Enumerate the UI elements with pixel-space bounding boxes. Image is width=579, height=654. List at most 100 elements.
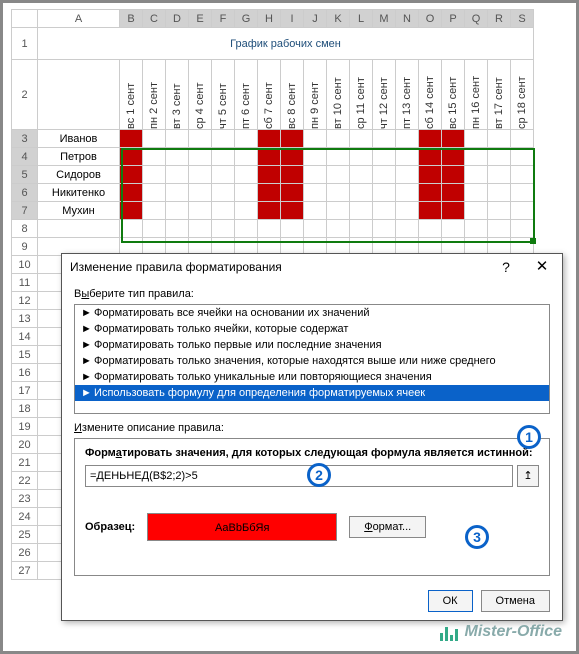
row-header[interactable]: 23 [12, 490, 38, 508]
shift-cell[interactable] [143, 184, 166, 202]
shift-cell[interactable] [511, 130, 534, 148]
name-cell[interactable]: Петров [38, 148, 120, 166]
name-cell[interactable]: Никитенко [38, 184, 120, 202]
shift-cell[interactable] [120, 202, 143, 220]
shift-cell[interactable] [373, 184, 396, 202]
row-header[interactable]: 24 [12, 508, 38, 526]
shift-cell[interactable] [350, 202, 373, 220]
row-header[interactable]: 27 [12, 562, 38, 580]
shift-cell[interactable] [442, 148, 465, 166]
shift-cell[interactable] [350, 184, 373, 202]
cell[interactable] [511, 220, 534, 238]
cell[interactable] [189, 220, 212, 238]
shift-cell[interactable] [396, 184, 419, 202]
shift-cell[interactable] [327, 130, 350, 148]
col-header[interactable]: P [442, 10, 465, 28]
shift-cell[interactable] [488, 166, 511, 184]
shift-cell[interactable] [396, 130, 419, 148]
shift-cell[interactable] [143, 148, 166, 166]
shift-cell[interactable] [235, 166, 258, 184]
row-header[interactable]: 17 [12, 382, 38, 400]
shift-cell[interactable] [442, 202, 465, 220]
date-header-cell[interactable]: вт 10 сент [327, 60, 350, 130]
date-header-cell[interactable]: вс 15 сент [442, 60, 465, 130]
shift-cell[interactable] [258, 148, 281, 166]
cell[interactable] [304, 220, 327, 238]
col-header[interactable]: I [281, 10, 304, 28]
cell[interactable] [235, 220, 258, 238]
shift-cell[interactable] [258, 184, 281, 202]
date-header-cell[interactable]: ср 4 сент [189, 60, 212, 130]
shift-cell[interactable] [120, 130, 143, 148]
shift-cell[interactable] [212, 202, 235, 220]
row-header[interactable]: 21 [12, 454, 38, 472]
shift-cell[interactable] [120, 184, 143, 202]
shift-cell[interactable] [120, 166, 143, 184]
row-header[interactable]: 13 [12, 310, 38, 328]
row-header[interactable]: 15 [12, 346, 38, 364]
cell[interactable] [350, 220, 373, 238]
col-header[interactable]: A [38, 10, 120, 28]
shift-cell[interactable] [189, 184, 212, 202]
date-header-cell[interactable]: пн 9 сент [304, 60, 327, 130]
shift-cell[interactable] [465, 166, 488, 184]
shift-cell[interactable] [373, 166, 396, 184]
cell[interactable] [281, 220, 304, 238]
col-header[interactable]: Q [465, 10, 488, 28]
shift-cell[interactable] [212, 148, 235, 166]
row-header[interactable]: 7 [12, 202, 38, 220]
shift-cell[interactable] [327, 202, 350, 220]
date-header-cell[interactable]: сб 14 сент [419, 60, 442, 130]
row-header[interactable]: 12 [12, 292, 38, 310]
col-header[interactable]: E [189, 10, 212, 28]
date-header-cell[interactable]: вс 8 сент [281, 60, 304, 130]
shift-cell[interactable] [166, 148, 189, 166]
col-header[interactable]: G [235, 10, 258, 28]
row-header[interactable]: 2 [12, 60, 38, 130]
row-header[interactable]: 19 [12, 418, 38, 436]
shift-cell[interactable] [488, 130, 511, 148]
shift-cell[interactable] [419, 202, 442, 220]
row-header[interactable]: 18 [12, 400, 38, 418]
shift-cell[interactable] [281, 148, 304, 166]
cell[interactable] [38, 220, 120, 238]
shift-cell[interactable] [465, 184, 488, 202]
shift-cell[interactable] [120, 148, 143, 166]
rule-type-option[interactable]: ► Форматировать только значения, которые… [75, 353, 549, 369]
row-header[interactable]: 1 [12, 28, 38, 60]
name-cell[interactable]: Мухин [38, 202, 120, 220]
shift-cell[interactable] [511, 202, 534, 220]
col-header[interactable]: R [488, 10, 511, 28]
col-header[interactable]: O [419, 10, 442, 28]
row-header[interactable]: 10 [12, 256, 38, 274]
date-header-cell[interactable]: вт 3 сент [166, 60, 189, 130]
shift-cell[interactable] [488, 184, 511, 202]
name-cell[interactable]: Сидоров [38, 166, 120, 184]
col-header[interactable]: F [212, 10, 235, 28]
cell[interactable] [120, 220, 143, 238]
col-header[interactable]: D [166, 10, 189, 28]
shift-cell[interactable] [166, 130, 189, 148]
shift-cell[interactable] [143, 166, 166, 184]
dialog-titlebar[interactable]: Изменение правила форматирования ? ✕ [62, 254, 562, 280]
shift-cell[interactable] [304, 148, 327, 166]
cell[interactable] [465, 220, 488, 238]
shift-cell[interactable] [350, 148, 373, 166]
rule-type-option[interactable]: ► Форматировать все ячейки на основании … [75, 305, 549, 321]
col-header[interactable]: M [373, 10, 396, 28]
shift-cell[interactable] [143, 202, 166, 220]
shift-cell[interactable] [281, 184, 304, 202]
col-header[interactable]: K [327, 10, 350, 28]
date-header-cell[interactable]: ср 11 сент [350, 60, 373, 130]
date-header-cell[interactable]: пт 13 сент [396, 60, 419, 130]
col-header[interactable]: C [143, 10, 166, 28]
date-header-cell[interactable]: пн 16 сент [465, 60, 488, 130]
cell[interactable] [396, 220, 419, 238]
shift-cell[interactable] [235, 184, 258, 202]
name-cell[interactable]: Иванов [38, 130, 120, 148]
date-header-cell[interactable]: пт 6 сент [235, 60, 258, 130]
shift-cell[interactable] [166, 202, 189, 220]
shift-cell[interactable] [327, 166, 350, 184]
row-header[interactable]: 5 [12, 166, 38, 184]
shift-cell[interactable] [212, 184, 235, 202]
